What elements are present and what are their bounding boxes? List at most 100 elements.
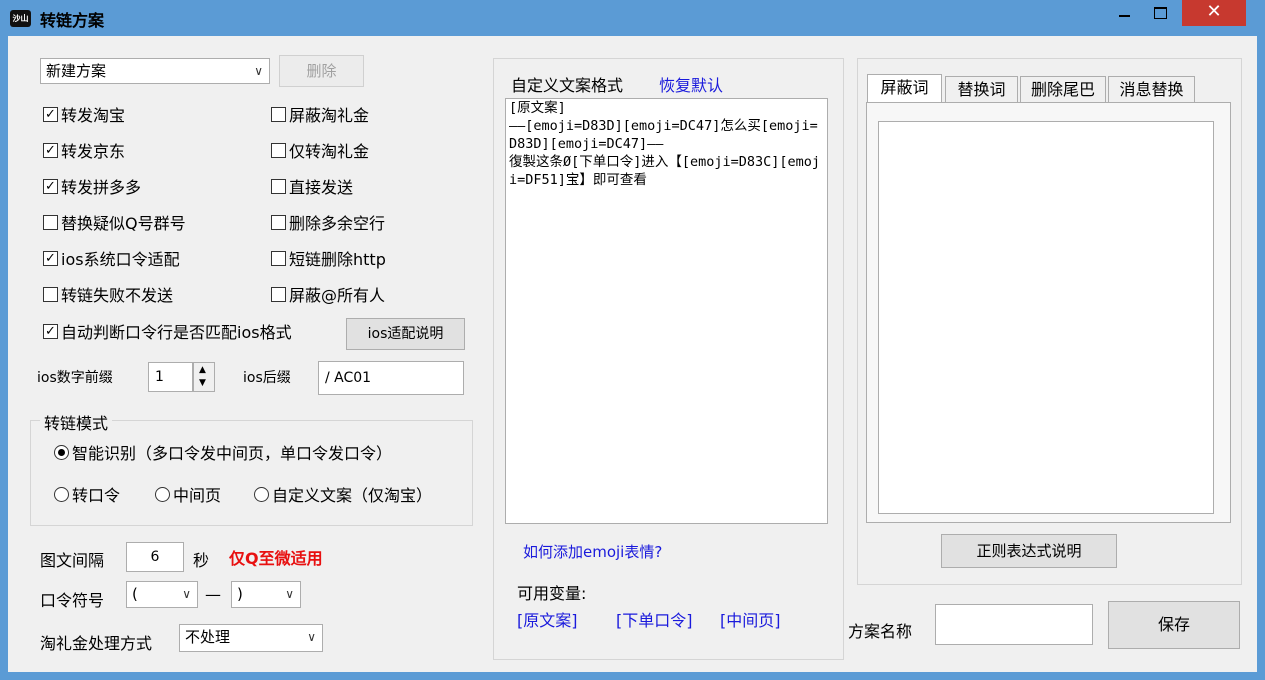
scheme-name-label: 方案名称 [848,622,913,641]
token-right-select[interactable]: ) ∨ [231,581,301,608]
mode-radio-middle-page[interactable]: 中间页 [155,485,221,507]
var-original-text[interactable]: [原文案] [517,607,578,631]
token-left-select[interactable]: (∨ [126,581,198,608]
tab-message-replace[interactable]: 消息替换 [1108,76,1195,103]
var-order-token[interactable]: [下单口令] [616,607,693,631]
ios-prefix-stepper[interactable]: ▲ ▼ [193,362,215,392]
checkbox-empty-icon [43,287,58,302]
window-title: 转链方案 [40,11,105,30]
chevron-down-icon: ∨ [254,64,263,78]
checkbox-empty-icon [43,215,58,230]
mode-radio-smart-label: 智能识别（多口令发中间页，单口令发口令） [72,444,393,463]
checkbox-label: 直接发送 [289,178,354,197]
ios-prefix-label: ios数字前缀 [37,370,113,386]
token-dash: — [205,585,221,604]
checkbox-forward-pdd[interactable]: ✓ 转发拼多多 [43,177,141,199]
checkbox-label: 屏蔽淘礼金 [289,106,370,125]
chevron-down-icon: ∨ [285,587,294,601]
checkbox-label: 屏蔽@所有人 [289,286,386,305]
checkbox-label: 转发京东 [61,142,126,161]
template-title: 自定义文案格式 [511,76,624,95]
mode-radio-custom[interactable]: 自定义文案（仅淘宝） [254,485,432,507]
checkbox-empty-icon [271,179,286,194]
ios-suffix-value: / AC01 [325,370,372,386]
minimize-icon [1119,15,1130,17]
close-button[interactable]: ✕ [1182,0,1246,26]
ios-suffix-label: ios后缀 [243,370,291,386]
scheme-select-value: 新建方案 [46,62,107,80]
scheme-name-input[interactable] [935,604,1093,645]
checkbox-replace-qq-group[interactable]: 替换疑似Q号群号 [43,213,186,235]
checkbox-ios-token-adapt[interactable]: ✓ ios系统口令适配 [43,249,180,271]
checkbox-block-at-all[interactable]: 屏蔽@所有人 [271,285,385,307]
mode-radio-token[interactable]: 转口令 [54,485,120,507]
checkbox-send-directly[interactable]: 直接发送 [271,177,353,199]
checkbox-label: 自动判断口令行是否匹配ios格式 [61,323,292,342]
mode-radio-token-label: 转口令 [72,486,121,505]
tlj-select[interactable]: 不处理 ∨ [179,624,323,652]
minimize-button[interactable] [1110,0,1140,26]
tlj-label: 淘礼金处理方式 [40,634,153,653]
checkbox-forward-taobao[interactable]: ✓ 转发淘宝 [43,105,125,127]
checkbox-label: 短链删除http [289,250,386,269]
mode-radio-middle-page-label: 中间页 [173,486,222,505]
token-right-value: ) [237,585,243,603]
save-button[interactable]: 保存 [1108,601,1240,649]
scheme-select[interactable]: 新建方案 ∨ [40,58,270,84]
ios-suffix-input[interactable]: / AC01 [318,361,464,395]
chevron-down-icon: ∨ [182,587,191,601]
checkbox-block-taolijin[interactable]: 屏蔽淘礼金 [271,105,369,127]
ios-prefix-input[interactable]: 1 [148,362,193,392]
tab-replace-words[interactable]: 替换词 [945,76,1018,103]
emoji-help-link[interactable]: 如何添加emoji表情? [523,541,662,562]
checkbox-label: 替换疑似Q号群号 [61,214,186,233]
app-window: 沙山 转链方案 ✕ 新建方案 ∨ 删除 ✓ 转发淘宝 屏蔽淘礼金 ✓ 转发京东 仅转淘礼金… [0,0,1265,680]
interval-unit: 秒 [193,551,210,570]
maximize-button[interactable] [1145,0,1175,26]
checkbox-label: 仅转淘礼金 [289,142,370,161]
checkbox-label: 转发淘宝 [61,106,126,125]
restore-default-link[interactable]: 恢复默认 [659,72,723,96]
radio-selected-icon [54,445,69,460]
stepper-up-icon[interactable]: ▲ [199,365,206,375]
checkbox-auto-detect-ios-format[interactable]: ✓ 自动判断口令行是否匹配ios格式 [43,322,292,344]
mode-radio-custom-label: 自定义文案（仅淘宝） [272,486,433,505]
maximize-icon [1154,7,1167,19]
delete-button[interactable]: 删除 [279,55,364,87]
interval-input[interactable]: 6 [126,542,184,572]
checkbox-empty-icon [271,287,286,302]
interval-label: 图文间隔 [40,551,105,570]
checkmark-icon: ✓ [43,324,58,339]
mode-radio-smart[interactable]: 智能识别（多口令发中间页，单口令发口令） [54,443,392,465]
radio-icon [54,487,69,502]
checkbox-forward-jd[interactable]: ✓ 转发京东 [43,141,125,163]
close-icon: ✕ [1206,1,1222,22]
checkbox-empty-icon [271,215,286,230]
interval-value: 6 [150,549,160,565]
block-words-list[interactable] [878,121,1214,514]
tab-block-words[interactable]: 屏蔽词 [867,74,942,103]
token-symbol-label: 口令符号 [40,591,105,610]
tlj-value: 不处理 [185,628,231,646]
checkbox-only-taolijin[interactable]: 仅转淘礼金 [271,141,369,163]
checkbox-empty-icon [271,107,286,122]
var-middle-page[interactable]: [中间页] [720,607,781,631]
checkbox-skip-on-fail[interactable]: 转链失败不发送 [43,285,173,307]
ios-help-button[interactable]: ios适配说明 [346,318,465,350]
template-textarea[interactable]: [原文案] ——[emoji=D83D][emoji=DC47]怎么买[emoj… [505,98,828,524]
regex-help-button[interactable]: 正则表达式说明 [941,534,1117,568]
interval-note: 仅Q至微适用 [229,549,323,568]
checkmark-icon: ✓ [43,251,58,266]
tab-delete-tail[interactable]: 删除尾巴 [1020,76,1106,103]
checkbox-empty-icon [271,251,286,266]
radio-icon [155,487,170,502]
checkbox-delete-extra-blank-lines[interactable]: 删除多余空行 [271,213,385,235]
vars-label: 可用变量: [517,584,587,603]
stepper-down-icon[interactable]: ▼ [199,378,206,388]
title-bar[interactable]: 沙山 转链方案 ✕ [0,0,1265,36]
checkbox-label: 删除多余空行 [289,214,386,233]
checkmark-icon: ✓ [43,107,58,122]
app-icon: 沙山 [10,10,31,27]
checkbox-label: 转链失败不发送 [61,286,174,305]
checkbox-shortlink-strip-http[interactable]: 短链删除http [271,249,386,271]
